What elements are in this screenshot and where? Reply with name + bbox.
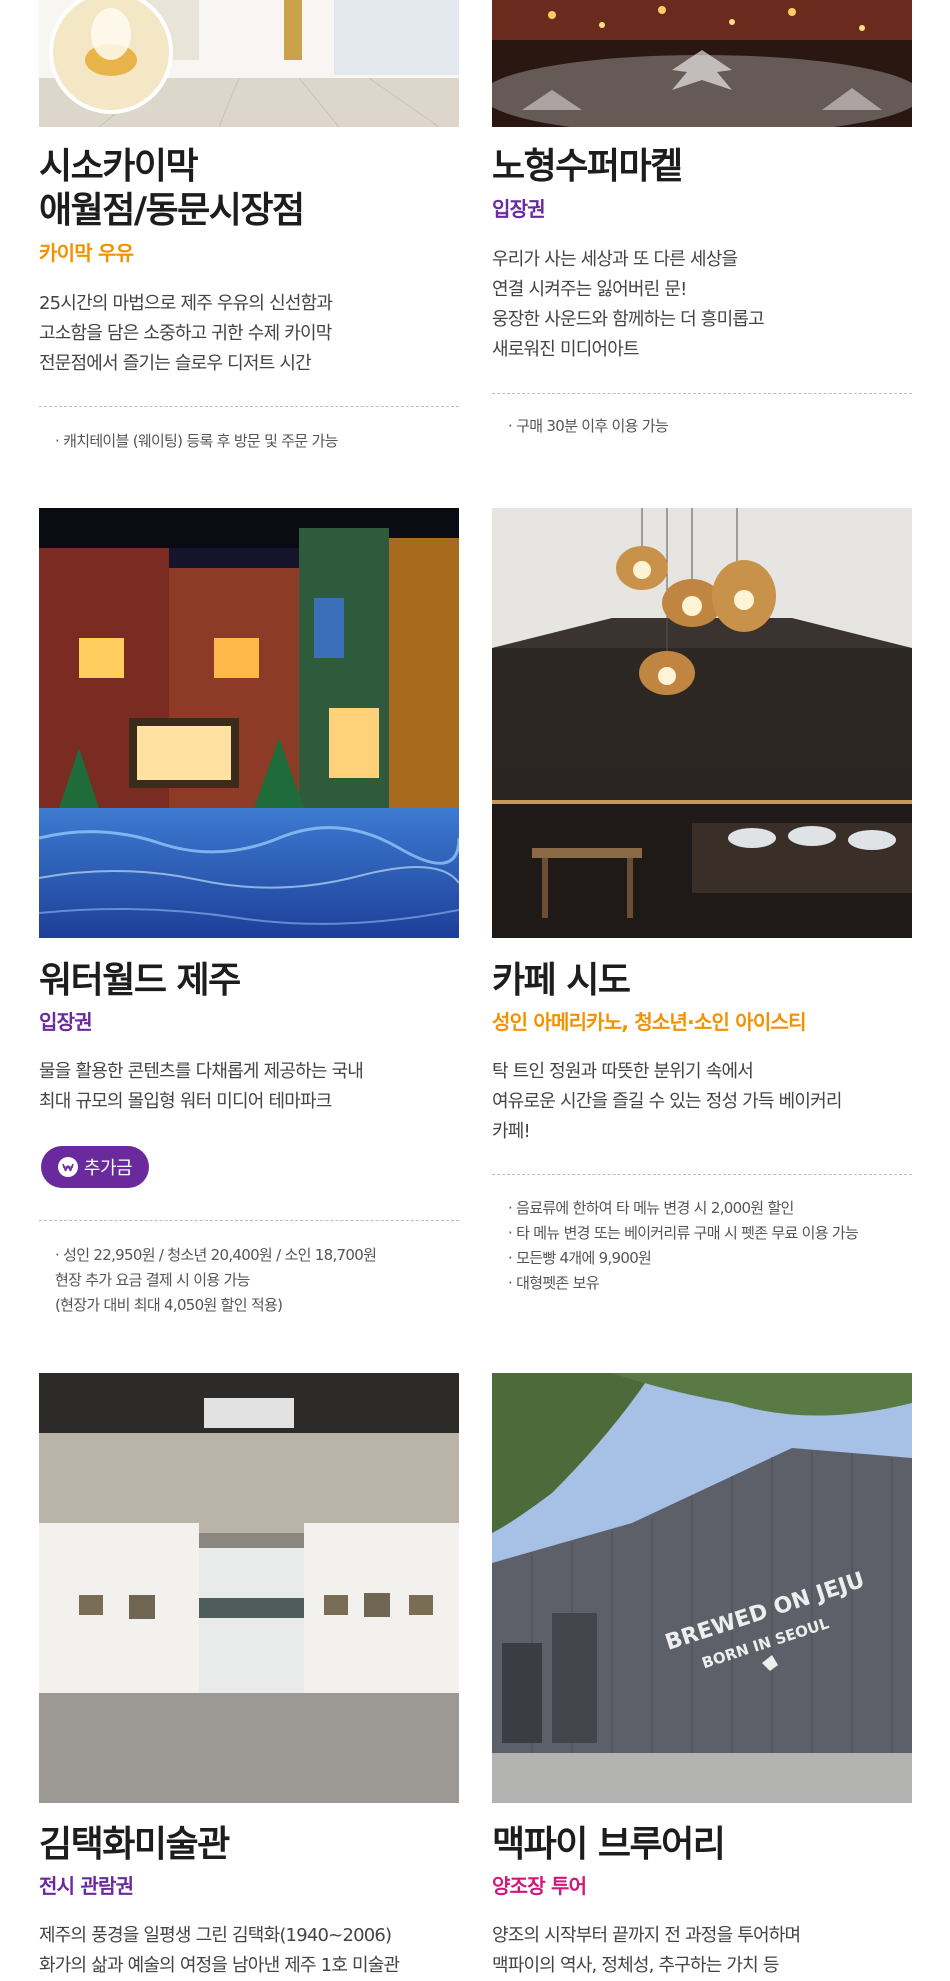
cafe-sido-photo: [492, 508, 912, 938]
card-description: 물을 활용한 콘텐츠를 다채롭게 제공하는 국내 최대 규모의 몰입형 워터 미…: [39, 1061, 364, 1112]
card-waterworld-jeju[interactable]: 워터월드 제주 입장권 물을 활용한 콘텐츠를 다채롭게 제공하는 국내 최대 …: [39, 508, 459, 1328]
sisokaimak-photo: [39, 0, 459, 127]
card-description: 우리가 사는 세상과 또 다른 세상을 연결 시켜주는 잃어버린 문! 웅장한 …: [492, 249, 765, 360]
extra-charge-badge: 추가금: [41, 1146, 149, 1188]
card-description: 탁 트인 정원과 따뜻한 분위기 속에서 여유로운 시간을 즐길 수 있는 정성…: [492, 1061, 842, 1142]
divider: [492, 393, 912, 394]
card-nohyeong-supermarket[interactable]: 노형수퍼마켙 입장권 우리가 사는 세상과 또 다른 세상을 연결 시켜주는 잃…: [492, 0, 912, 470]
card-notes: · 캐치테이블 (웨이팅) 등록 후 방문 및 주문 가능: [55, 432, 338, 450]
card-subtitle: 입장권: [39, 1010, 93, 1034]
card-subtitle: 입장권: [492, 197, 546, 221]
card-title: 카페 시도: [492, 960, 631, 1001]
card-title: 노형수퍼마켙: [492, 146, 683, 187]
card-subtitle: 전시 관람권: [39, 1874, 134, 1898]
card-description: 양조의 시작부터 끝까지 전 과정을 투어하며 맥파이의 역사, 정체성, 추구…: [492, 1925, 801, 1976]
card-cafe-sido[interactable]: 카페 시도 성인 아메리카노, 청소년·소인 아이스티 탁 트인 정원과 따뜻한…: [492, 508, 912, 1328]
divider: [39, 406, 459, 407]
card-title: 김택화미술관: [39, 1824, 230, 1865]
museum-photo: [39, 1373, 459, 1803]
card-notes: · 음료류에 한하여 타 메뉴 변경 시 2,000원 할인 · 타 메뉴 변경…: [508, 1199, 859, 1292]
card-subtitle: 양조장 투어: [492, 1874, 587, 1898]
nohyeong-photo: [492, 0, 912, 127]
card-sisokaimak[interactable]: 시소카이막 애월점/동문시장점 카이막 우유 25시간의 마법으로 제주 우유의…: [39, 0, 459, 470]
brewery-photo: BREWED ON JEJU BORN IN SEOUL: [492, 1373, 912, 1803]
divider: [39, 1220, 459, 1221]
won-icon: [57, 1157, 78, 1177]
card-subtitle: 카이막 우유: [39, 241, 134, 265]
card-subtitle: 성인 아메리카노, 청소년·소인 아이스티: [492, 1010, 806, 1034]
card-title: 시소카이막 애월점/동문시장점: [39, 146, 305, 231]
badge-label: 추가금: [83, 1158, 133, 1179]
waterworld-photo: [39, 508, 459, 938]
card-magpie-brewery[interactable]: BREWED ON JEJU BORN IN SEOUL 맥파이 브루어리 양조…: [492, 1373, 912, 1976]
card-title: 워터월드 제주: [39, 960, 241, 1001]
card-title: 맥파이 브루어리: [492, 1824, 726, 1865]
card-description: 제주의 풍경을 일평생 그린 김택화(1940~2006) 화가의 삶과 예술의…: [39, 1925, 400, 1976]
card-kimtaekhwa-museum[interactable]: 김택화미술관 전시 관람권 제주의 풍경을 일평생 그린 김택화(1940~20…: [39, 1373, 459, 1976]
divider: [492, 1174, 912, 1175]
card-description: 25시간의 마법으로 제주 우유의 신선함과 고소함을 담은 소중하고 귀한 수…: [39, 293, 333, 374]
card-notes: · 구매 30분 이후 이용 가능: [508, 417, 669, 435]
card-notes: · 성인 22,950원 / 청소년 20,400원 / 소인 18,700원 …: [55, 1246, 377, 1314]
